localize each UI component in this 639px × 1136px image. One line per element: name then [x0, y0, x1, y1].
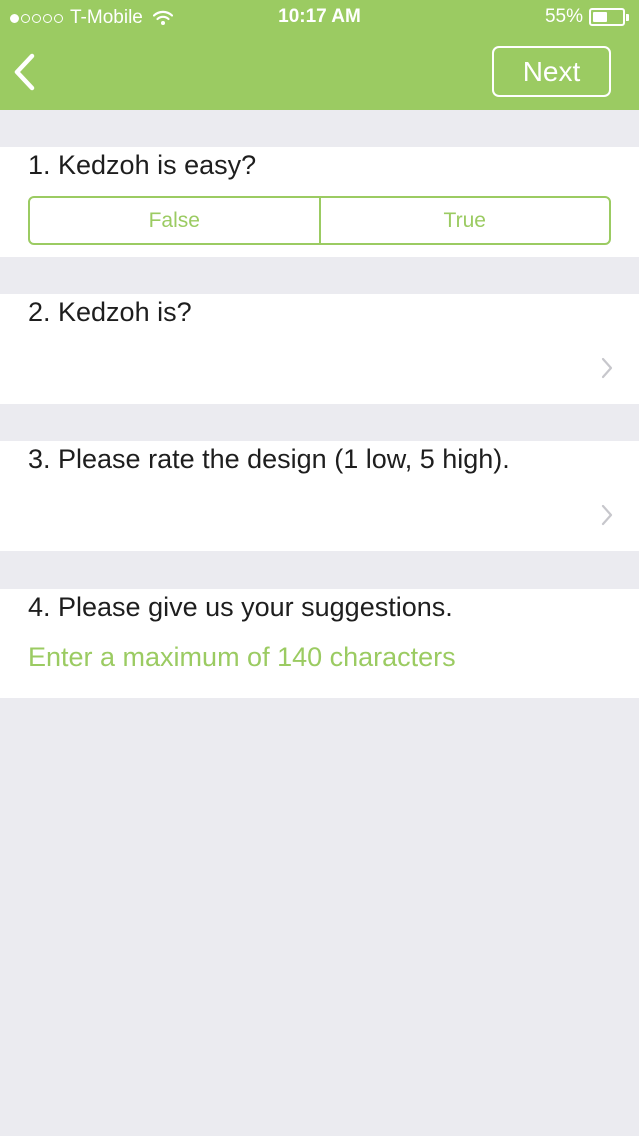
chevron-left-icon — [14, 53, 35, 91]
question-4-title: 4. Please give us your suggestions. — [28, 592, 453, 622]
battery-fill — [593, 12, 607, 22]
suggestions-input[interactable] — [28, 637, 611, 677]
chevron-right-icon[interactable] — [600, 356, 614, 380]
question-1-title: 1. Kedzoh is easy? — [28, 150, 257, 180]
question-3-title: 3. Please rate the design (1 low, 5 high… — [28, 444, 510, 474]
question-card-4: 4. Please give us your suggestions. — [0, 589, 639, 698]
status-bar: T-Mobile 10:17 AM 55% — [0, 0, 639, 36]
battery-tip — [626, 13, 629, 21]
question-card-1: 1. Kedzoh is easy? False True — [0, 147, 639, 257]
battery-indicator: 55% — [545, 7, 629, 27]
option-false[interactable]: False — [30, 198, 319, 243]
back-button[interactable] — [10, 52, 44, 92]
question-2-title: 2. Kedzoh is? — [28, 297, 192, 327]
next-button[interactable]: Next — [492, 46, 611, 97]
navigation-header: T-Mobile 10:17 AM 55% Next — [0, 0, 639, 110]
chevron-right-icon[interactable] — [600, 503, 614, 527]
status-time: 10:17 AM — [278, 6, 361, 27]
option-true[interactable]: True — [318, 198, 610, 243]
battery-percent: 55% — [544, 6, 583, 27]
battery-icon — [589, 8, 625, 26]
question-card-3[interactable]: 3. Please rate the design (1 low, 5 high… — [0, 441, 639, 551]
question-card-2[interactable]: 2. Kedzoh is? — [0, 294, 639, 404]
true-false-segmented-control: False True — [28, 196, 611, 245]
